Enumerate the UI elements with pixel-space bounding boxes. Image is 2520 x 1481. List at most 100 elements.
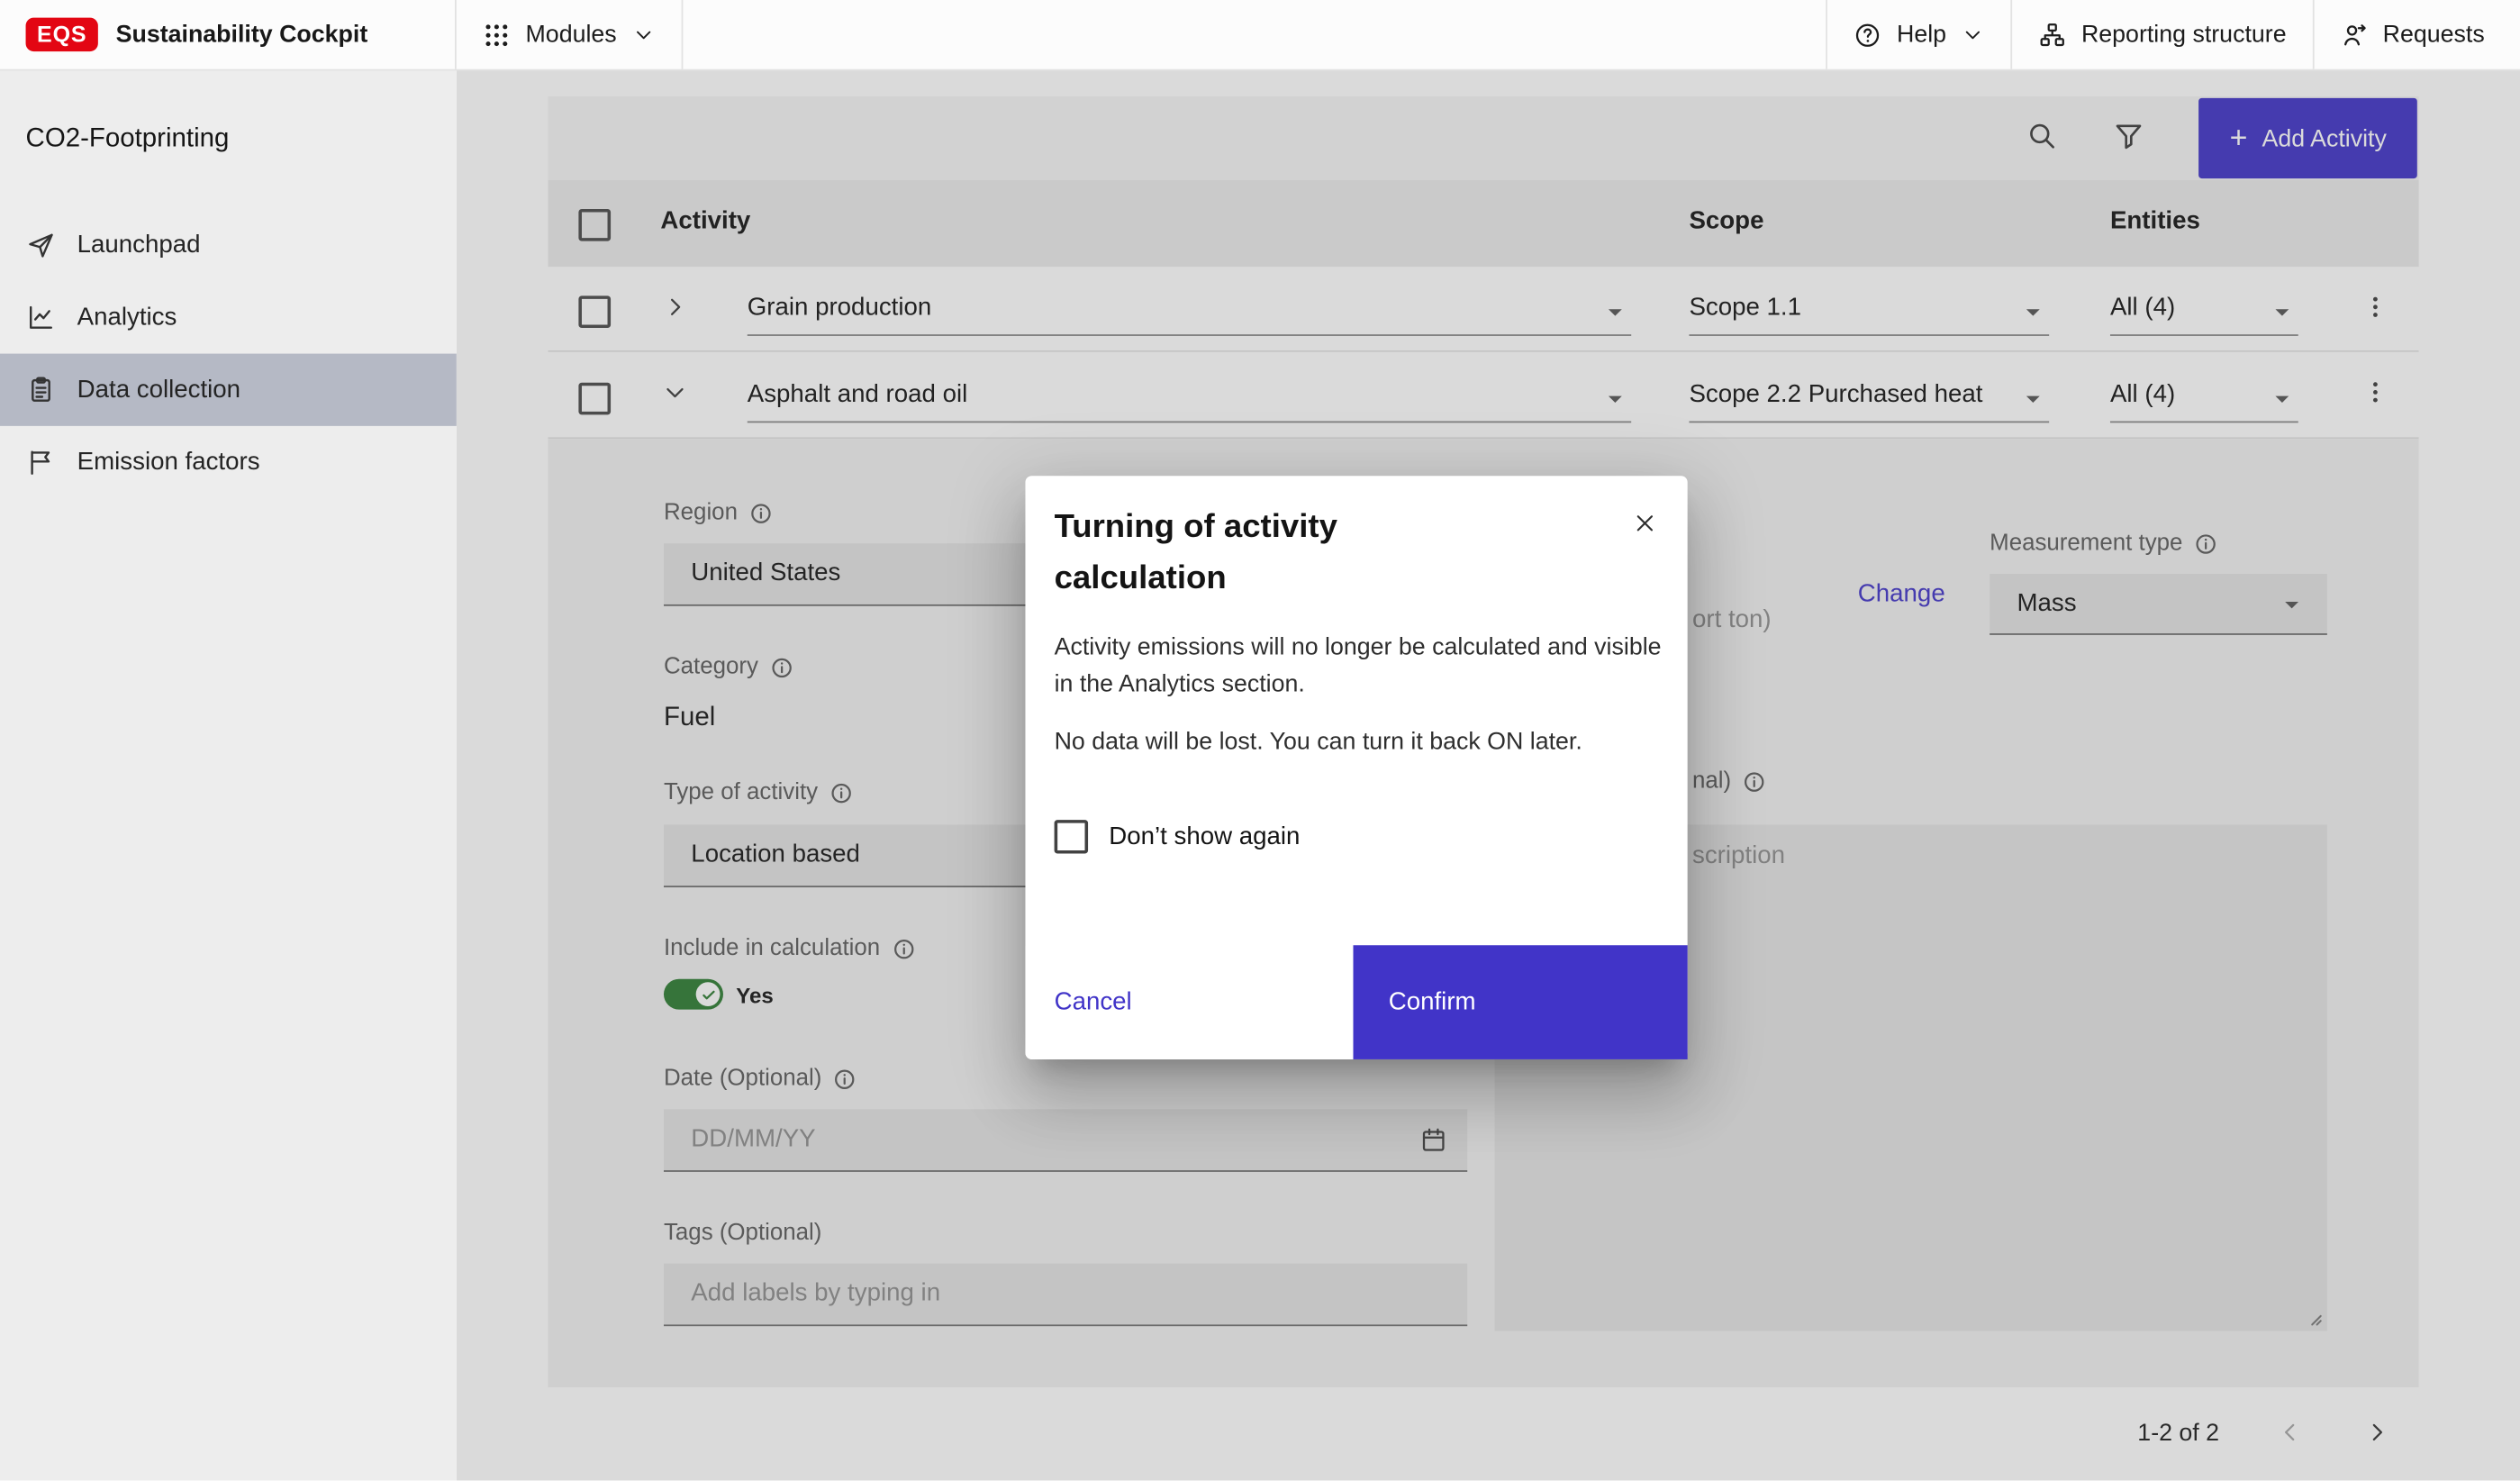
modules-menu-button[interactable]: Modules bbox=[457, 0, 681, 69]
sidebar-item-label: Emission factors bbox=[77, 448, 260, 477]
info-icon[interactable] bbox=[2194, 532, 2218, 556]
row-checkbox[interactable] bbox=[578, 295, 611, 328]
row-menu-button[interactable] bbox=[2358, 377, 2393, 412]
dialog-footer: Cancel Confirm bbox=[1025, 945, 1687, 1059]
toggle-knob bbox=[696, 982, 721, 1006]
dont-show-again-option[interactable]: Don’t show again bbox=[1055, 820, 1301, 853]
info-icon[interactable] bbox=[1743, 769, 1767, 794]
reporting-structure-button[interactable]: Reporting structure bbox=[2012, 0, 2312, 69]
label-text: Tags (Optional) bbox=[664, 1220, 821, 1246]
sidebar-item-emission-factors[interactable]: Emission factors bbox=[0, 426, 457, 498]
measurement-type-select[interactable]: Mass bbox=[1990, 574, 2327, 635]
add-activity-button[interactable]: + Add Activity bbox=[2199, 98, 2417, 178]
dont-show-again-checkbox[interactable] bbox=[1055, 820, 1088, 853]
topbar-spacer bbox=[683, 0, 1827, 69]
label-text: Measurement type bbox=[1990, 531, 2182, 557]
label-text: Date (Optional) bbox=[664, 1066, 821, 1092]
dropdown-caret-icon bbox=[1600, 295, 1632, 328]
arrow-left-icon bbox=[2276, 1417, 2305, 1446]
resize-grip-icon[interactable] bbox=[2298, 1302, 2325, 1328]
sidebar-item-analytics[interactable]: Analytics bbox=[0, 281, 457, 353]
entities-select[interactable]: All (4) bbox=[2110, 369, 2298, 422]
brand-area: EQS Sustainability Cockpit bbox=[0, 0, 455, 69]
dropdown-caret-icon bbox=[2017, 295, 2049, 328]
column-header-entities: Entities bbox=[2110, 207, 2200, 236]
requests-button[interactable]: Requests bbox=[2314, 0, 2520, 69]
region-value: United States bbox=[691, 559, 840, 588]
dialog-title: Turning of activity calculation bbox=[1055, 502, 1424, 604]
filter-button[interactable] bbox=[2108, 119, 2147, 158]
app-window: EQS Sustainability Cockpit Modules Help … bbox=[0, 0, 2520, 1480]
calendar-icon[interactable] bbox=[1419, 1125, 1448, 1154]
region-label: Region bbox=[664, 500, 773, 526]
org-chart-icon bbox=[2038, 20, 2067, 49]
scope-value: Scope 2.2 Purchased heat bbox=[1689, 381, 1982, 410]
type-value: Location based bbox=[691, 840, 860, 869]
help-label: Help bbox=[1897, 21, 1946, 48]
kebab-icon bbox=[2361, 292, 2389, 321]
toggle-state-label: Yes bbox=[736, 984, 774, 1008]
type-of-activity-label: Type of activity bbox=[664, 779, 853, 805]
next-page-button[interactable] bbox=[2358, 1414, 2397, 1453]
row-checkbox[interactable] bbox=[578, 383, 611, 415]
dont-show-again-label: Don’t show again bbox=[1109, 822, 1300, 851]
chevron-down-icon bbox=[660, 377, 689, 406]
clipboard-icon bbox=[26, 375, 57, 405]
pagination-range: 1-2 of 2 bbox=[2137, 1420, 2219, 1447]
activity-select[interactable]: Grain production bbox=[748, 283, 1631, 336]
label-text: nal) bbox=[1692, 768, 1731, 795]
date-field bbox=[664, 1109, 1467, 1172]
eqs-logo: EQS bbox=[26, 18, 98, 51]
change-link[interactable]: Change bbox=[1858, 580, 1945, 609]
sidebar-item-data-collection[interactable]: Data collection bbox=[0, 354, 457, 426]
column-header-activity: Activity bbox=[660, 207, 750, 236]
chevron-down-icon bbox=[631, 23, 656, 47]
entities-select[interactable]: All (4) bbox=[2110, 283, 2298, 336]
tags-input[interactable] bbox=[691, 1279, 1447, 1308]
launchpad-icon bbox=[26, 230, 57, 260]
info-icon[interactable] bbox=[892, 936, 916, 960]
info-icon[interactable] bbox=[748, 501, 773, 525]
arrow-right-icon bbox=[2362, 1417, 2391, 1446]
info-icon[interactable] bbox=[833, 1067, 857, 1091]
select-all-checkbox[interactable] bbox=[578, 209, 611, 241]
dropdown-caret-icon bbox=[2266, 383, 2298, 415]
check-icon bbox=[700, 986, 716, 1003]
scope-select[interactable]: Scope 1.1 bbox=[1689, 283, 2049, 336]
confirm-button[interactable]: Confirm bbox=[1353, 945, 1687, 1059]
sidebar-item-launchpad[interactable]: Launchpad bbox=[0, 209, 457, 281]
dropdown-caret-icon bbox=[1600, 383, 1632, 415]
scope-select[interactable]: Scope 2.2 Purchased heat bbox=[1689, 369, 2049, 422]
activity-select[interactable]: Asphalt and road oil bbox=[748, 369, 1631, 422]
pagination-bar: 1-2 of 2 bbox=[548, 1387, 2418, 1480]
info-icon[interactable] bbox=[829, 780, 854, 804]
cancel-button[interactable]: Cancel bbox=[1025, 945, 1353, 1059]
dropdown-caret-icon bbox=[2017, 383, 2049, 415]
reporting-structure-label: Reporting structure bbox=[2081, 21, 2287, 48]
measurement-value: Mass bbox=[2017, 589, 2076, 618]
table-row: Grain production Scope 1.1 All (4) bbox=[548, 267, 2418, 352]
row-menu-button[interactable] bbox=[2358, 291, 2393, 326]
activity-value: Asphalt and road oil bbox=[748, 381, 967, 410]
info-icon[interactable] bbox=[769, 655, 793, 679]
emission-factors-icon bbox=[26, 447, 57, 477]
search-button[interactable] bbox=[2022, 119, 2061, 158]
sidebar-nav: Launchpad Analytics Data collection Emis… bbox=[0, 209, 457, 498]
entities-value: All (4) bbox=[2110, 295, 2175, 323]
chevron-down-icon bbox=[1961, 23, 1985, 47]
expand-row-button[interactable] bbox=[656, 289, 694, 328]
label-text: Include in calculation bbox=[664, 936, 880, 962]
chevron-right-icon bbox=[660, 292, 689, 321]
close-icon bbox=[1630, 510, 1657, 537]
include-toggle[interactable] bbox=[664, 979, 723, 1010]
close-dialog-button[interactable] bbox=[1623, 504, 1664, 546]
previous-page-button[interactable] bbox=[2271, 1414, 2309, 1453]
help-menu-button[interactable]: Help bbox=[1827, 0, 2010, 69]
date-input[interactable] bbox=[691, 1125, 1419, 1154]
requests-label: Requests bbox=[2383, 21, 2485, 48]
app-title: Sustainability Cockpit bbox=[116, 21, 368, 48]
search-icon bbox=[2024, 119, 2057, 152]
collapse-row-button[interactable] bbox=[656, 376, 694, 414]
activity-value: Grain production bbox=[748, 295, 931, 323]
entities-value: All (4) bbox=[2110, 381, 2175, 410]
